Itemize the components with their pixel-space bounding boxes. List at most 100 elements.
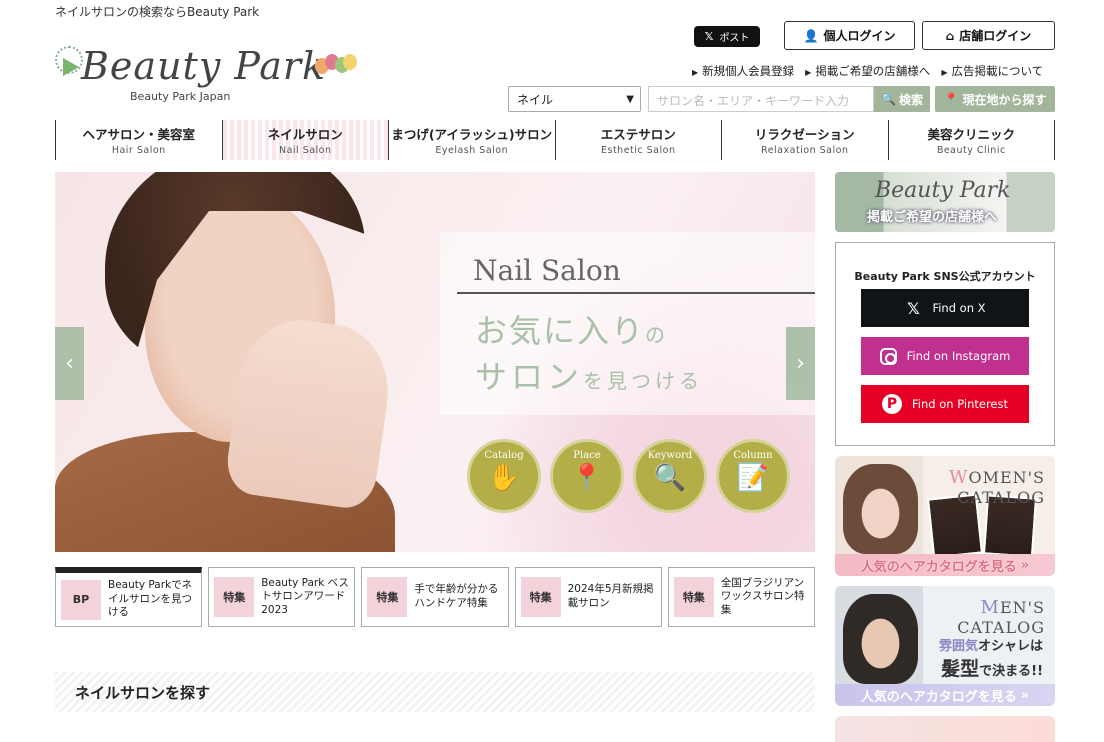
category-select[interactable]: ネイル ▼ [508,86,641,112]
nav-label-en: Hair Salon [111,145,166,156]
hero-copy-line2: サロンを見つける [475,358,704,396]
pinterest-icon: P [882,394,902,414]
logo-subtitle: Beauty Park Japan [130,90,231,103]
home-icon: ⌂ [945,28,955,43]
logo-text: Beauty Park [81,44,327,88]
mens-catalog-link: 人気のヘアカタログを見る» [835,684,1055,706]
hero-title: Nail Salon [473,254,621,287]
current-location-button[interactable]: 📍 現在地から探す [935,86,1055,112]
nav-label-en: Esthetic Salon [601,145,676,156]
shop-login-button[interactable]: ⌂ 店舗ログイン [922,21,1055,50]
pickup-badge: BP [61,579,101,620]
womens-catalog-banner[interactable]: WOMEN'S CATALOG 人気のヘアカタログを見る» [835,456,1055,576]
womens-catalog-link: 人気のヘアカタログを見る» [835,554,1055,576]
search-button[interactable]: 🔍 検索 [874,86,930,112]
chevron-right-icon: › [796,351,805,376]
x-post-button[interactable]: 𝕏 ポスト [694,26,760,47]
header-link-ads[interactable]: ▶ 広告掲載について [941,63,1043,79]
mens-catalog-copy: 雰囲気オシャレは 髪型で決まる!! [938,639,1043,681]
listing-banner[interactable]: Beauty Park 掲載ご希望の店舗様へ [835,172,1055,232]
find-on-instagram-button[interactable]: Find on Instagram [861,337,1029,375]
nav-label-en: Relaxation Salon [761,145,849,156]
nav-label-jp: ネイルサロン [267,127,343,142]
pencil-note-icon: 📝 [736,463,770,493]
nav-label-jp: エステサロン [600,127,676,142]
nav-item-eyelash-salon[interactable]: まつげ(アイラッシュ)サロン Eyelash Salon [388,120,555,160]
current-location-label: 現在地から探す [962,92,1047,107]
hero-catalog-circle[interactable]: Catalog ✋ [467,439,541,513]
womens-model-image [843,464,918,554]
header-link-listing[interactable]: ▶ 掲載ご希望の店舗様へ [805,63,930,79]
pickup-badge: 特集 [367,577,408,617]
category-nav: ヘアサロン・美容室 Hair Salon ネイルサロン Nail Salon ま… [55,120,1055,160]
pickup-text: 手で年齢が分かるハンドケア特集 [414,583,499,609]
chevron-down-icon: ▼ [626,93,634,105]
logo-play-icon [63,58,79,76]
search-input[interactable]: サロン名・エリア・キーワード入力 [648,86,874,112]
double-chevron-right-icon: » [1020,687,1030,703]
pickup-item[interactable]: BP Beauty Parkでネイルサロンを見つける [55,567,203,627]
pickup-item[interactable]: 特集 全国ブラジリアンワックスサロン特集 [667,567,816,627]
slider-prev-button[interactable]: ‹ [55,327,84,400]
pickup-badge: 特集 [520,577,561,617]
nav-label-jp: リラクゼーション [754,127,855,142]
magnifier-icon: 🔍 [653,463,687,493]
section-title: ネイルサロンを探す [55,672,815,712]
nav-item-nail-salon[interactable]: ネイルサロン Nail Salon [221,120,388,160]
category-select-value: ネイル [517,92,554,107]
nav-label-jp: まつげ(アイラッシュ)サロン [391,127,553,142]
hero-slider[interactable]: Nail Salon お気に入りの サロンを見つける Catalog ✋ Pla… [55,172,815,552]
user-login-button[interactable]: 👤 個人ログイン [784,21,915,50]
nav-item-esthetic-salon[interactable]: エステサロン Esthetic Salon [554,120,722,160]
pickup-badge: 特集 [673,577,714,617]
find-on-instagram-label: Find on Instagram [906,349,1011,363]
pickup-item[interactable]: 特集 手で年齢が分かるハンドケア特集 [361,567,509,627]
pickup-text: 2024年5月新規掲載サロン [567,583,654,609]
pickup-badge: 特集 [214,577,255,617]
nav-label-jp: ヘアサロン・美容室 [82,127,195,142]
pickup-text: Beauty Park ベストサロンアワード2023 [261,576,349,616]
header-link-register[interactable]: ▶ 新規個人会員登録 [692,63,794,79]
nav-item-beauty-clinic[interactable]: 美容クリニック Beauty Clinic [887,120,1055,160]
find-on-pinterest-label: Find on Pinterest [912,397,1008,411]
mens-model-image [843,594,918,684]
search-button-label: 検索 [898,92,923,107]
find-on-x-button[interactable]: 𝕏 Find on X [861,289,1029,327]
x-icon: 𝕏 [907,298,920,318]
site-logo[interactable]: Beauty Park Beauty Park Japan [55,42,365,104]
arrow-right-icon: ▶ [692,68,699,77]
slider-next-button[interactable]: › [786,327,815,400]
find-on-pinterest-button[interactable]: P Find on Pinterest [861,385,1029,423]
nav-item-relaxation-salon[interactable]: リラクゼーション Relaxation Salon [721,120,888,160]
pickup-list: BP Beauty Parkでネイルサロンを見つける 特集 Beauty Par… [55,567,816,627]
nav-label-en: Beauty Clinic [936,145,1006,156]
map-pin-icon: 📍 [943,92,959,106]
hero-column-circle[interactable]: Column 📝 [716,439,790,513]
banner-logo-text: Beauty Park [875,178,1011,203]
mens-catalog-banner[interactable]: MEN'S CATALOG 雰囲気オシャレは 髪型で決まる!! 人気のヘアカタロ… [835,586,1055,706]
pickup-item[interactable]: 特集 Beauty Park ベストサロンアワード2023 [208,567,356,627]
banner-subtitle: 掲載ご希望の店舗様へ [867,210,998,225]
sns-box: Beauty Park SNS公式アカウント 𝕏 Find on X Find … [835,242,1055,446]
nav-label-en: Nail Salon [278,145,332,156]
hero-place-circle[interactable]: Place 📍 [550,439,624,513]
arrow-right-icon: ▶ [941,68,948,77]
shop-login-label: 店舗ログイン [959,29,1032,43]
nail-icon: ✋ [487,463,521,493]
nav-label-en: Eyelash Salon [435,145,509,156]
nav-label-jp: 美容クリニック [927,127,1015,142]
pickup-item[interactable]: 特集 2024年5月新規掲載サロン [514,567,662,627]
arrow-right-icon: ▶ [805,68,812,77]
nav-item-hair-salon[interactable]: ヘアサロン・美容室 Hair Salon [55,120,222,160]
womens-catalog-heading: WOMEN'S CATALOG [948,467,1045,507]
logo-balls-icon [315,52,357,78]
x-post-label: ポスト [719,33,750,44]
user-icon: 👤 [803,28,819,43]
nail-catalog-banner[interactable] [835,716,1055,742]
hero-keyword-circle[interactable]: Keyword 🔍 [633,439,707,513]
map-pin-icon: 📍 [570,463,604,493]
site-tagline: ネイルサロンの検索ならBeauty Park [55,5,260,19]
chevron-left-icon: ‹ [65,351,74,376]
double-chevron-right-icon: » [1020,557,1030,573]
instagram-icon [879,347,897,365]
